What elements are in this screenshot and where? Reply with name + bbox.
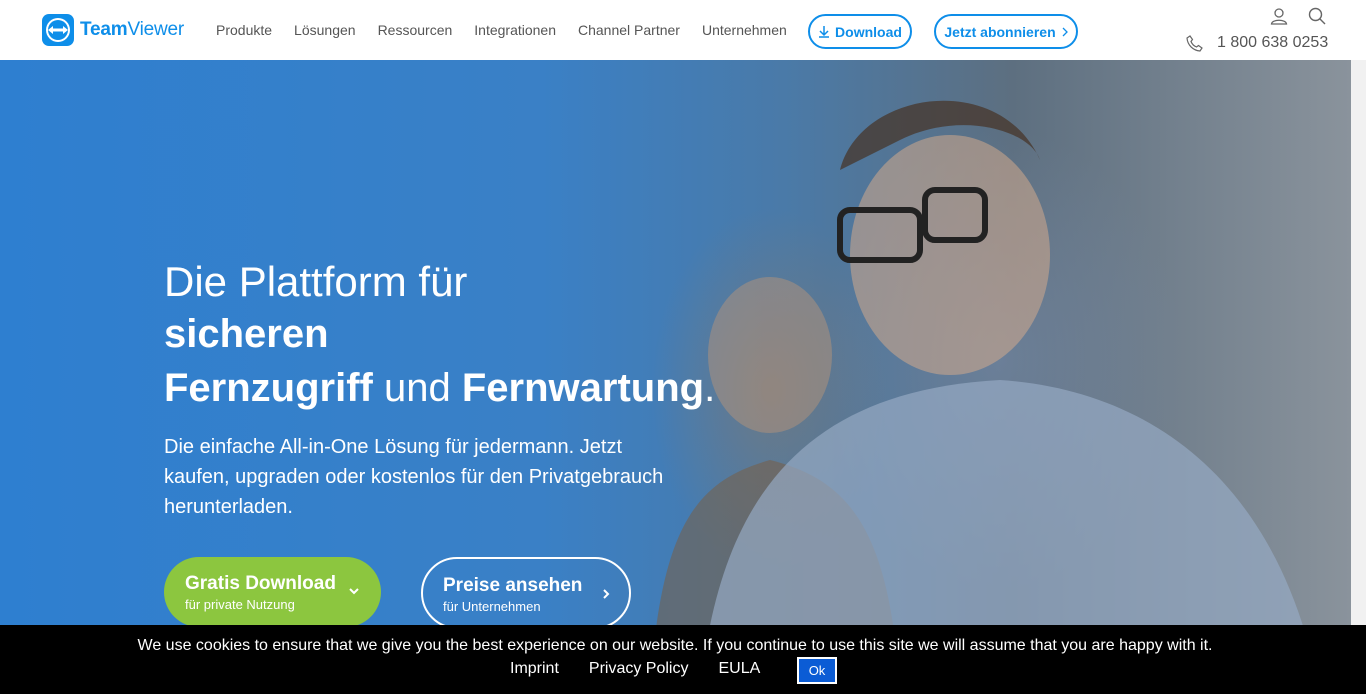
cookie-links: Imprint Privacy Policy EULA — [510, 660, 790, 678]
hero-heading-line1: Die Plattform für — [164, 258, 468, 305]
cookie-message: We use cookies to ensure that we give yo… — [137, 637, 1213, 654]
view-pricing-subtitle: für Unternehmen — [443, 599, 541, 614]
site-header: TeamViewer Produkte Lösungen Ressourcen … — [0, 0, 1366, 60]
teamviewer-logo-icon — [42, 14, 74, 46]
phone-number: 1 800 638 0253 — [1217, 34, 1329, 51]
download-button[interactable]: Download — [808, 14, 912, 49]
nav-unternehmen[interactable]: Unternehmen — [702, 22, 787, 38]
view-pricing-title: Preise ansehen — [443, 575, 583, 596]
phone-icon — [1186, 34, 1203, 52]
main-nav: Produkte Lösungen Ressourcen Integration… — [216, 22, 809, 38]
search-icon[interactable] — [1308, 7, 1326, 25]
hero-heading-line3: Fernzugriff und Fernwartung. — [164, 366, 716, 410]
nav-produkte[interactable]: Produkte — [216, 22, 272, 38]
nav-integrationen[interactable]: Integrationen — [474, 22, 556, 38]
free-download-subtitle: für private Nutzung — [185, 597, 295, 612]
nav-ressourcen[interactable]: Ressourcen — [378, 22, 453, 38]
chevron-right-icon — [1062, 27, 1068, 36]
imprint-link[interactable]: Imprint — [510, 660, 559, 678]
user-icon[interactable] — [1270, 7, 1288, 25]
privacy-policy-link[interactable]: Privacy Policy — [589, 660, 689, 678]
download-label: Download — [835, 23, 902, 40]
nav-loesungen[interactable]: Lösungen — [294, 22, 356, 38]
logo-wordmark: TeamViewer — [80, 19, 184, 40]
free-download-button[interactable]: Gratis Download für private Nutzung — [164, 557, 381, 627]
view-pricing-button[interactable]: Preise ansehen für Unternehmen — [421, 557, 631, 629]
scrollbar-track[interactable] — [1351, 60, 1366, 694]
eula-link[interactable]: EULA — [718, 660, 760, 678]
teamviewer-logo[interactable]: TeamViewer — [42, 14, 184, 46]
hero-heading-line2: sicheren — [164, 312, 329, 356]
chevron-down-icon — [349, 588, 359, 595]
chevron-right-icon — [603, 589, 610, 599]
download-icon — [819, 26, 830, 38]
phone-contact[interactable]: 1 800 638 0253 — [1186, 34, 1328, 52]
free-download-title: Gratis Download — [185, 573, 336, 594]
hero-subtitle: Die einfache All-in-One Lösung für jeder… — [164, 436, 664, 518]
cookie-banner: We use cookies to ensure that we give yo… — [0, 625, 1366, 694]
subscribe-button[interactable]: Jetzt abonnieren — [934, 14, 1078, 49]
cookie-ok-button[interactable]: Ok — [797, 657, 837, 684]
subscribe-label: Jetzt abonnieren — [944, 23, 1056, 40]
nav-channel-partner[interactable]: Channel Partner — [578, 22, 680, 38]
